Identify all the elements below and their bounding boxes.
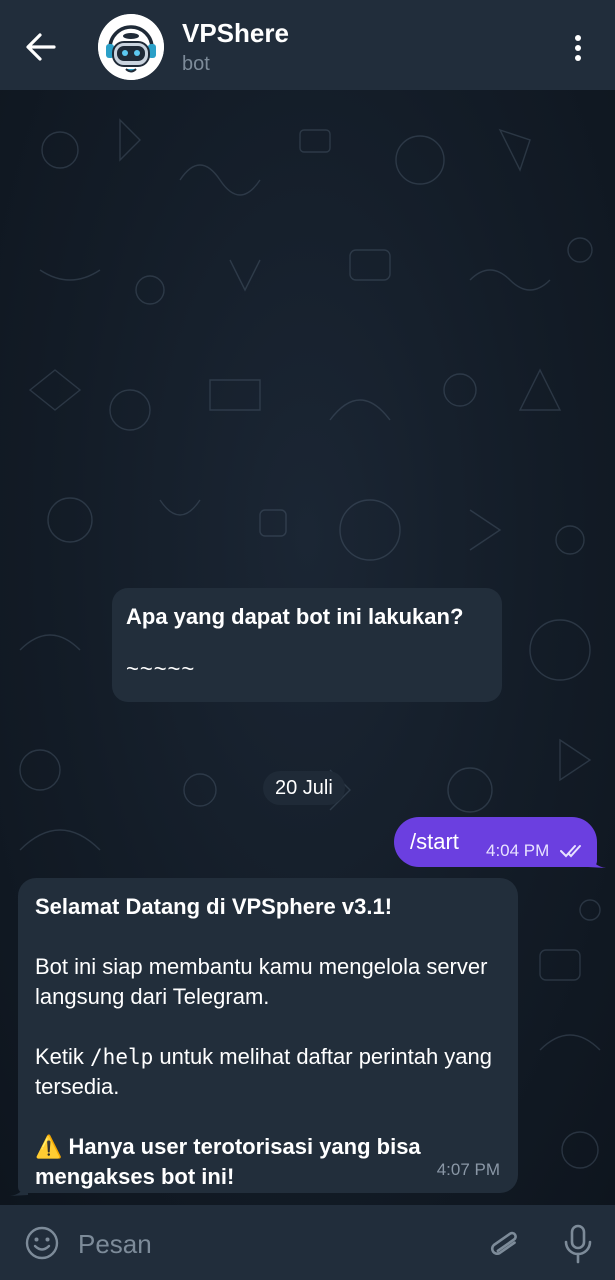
back-button[interactable] <box>20 27 64 67</box>
bot-intro-description: ~~~~~ <box>126 656 196 681</box>
welcome-heading: Selamat Datang di VPSphere v3.1! <box>35 894 393 919</box>
help-hint: Ketik /help untuk melihat daftar perinta… <box>35 1044 493 1099</box>
message-input[interactable] <box>76 1223 460 1265</box>
message-composer <box>0 1205 615 1280</box>
bot-intro-title: Apa yang dapat bot ini lakukan? <box>126 604 464 629</box>
welcome-description: Bot ini siap membantu kamu mengelola ser… <box>35 954 488 1009</box>
outgoing-message-text: /start <box>410 829 459 854</box>
voice-message-button[interactable] <box>560 1223 596 1265</box>
emoji-icon <box>25 1226 59 1260</box>
more-options-button[interactable] <box>562 30 594 66</box>
date-separator: 20 Juli <box>263 771 345 805</box>
outgoing-bubble-tail <box>588 852 606 868</box>
incoming-message-time: 4:07 PM <box>436 1160 500 1179</box>
robot-avatar-icon <box>98 14 164 80</box>
bot-avatar[interactable] <box>98 14 164 80</box>
emoji-button[interactable] <box>24 1225 60 1261</box>
incoming-message[interactable]: Selamat Datang di VPSphere v3.1! Bot ini… <box>18 878 518 1193</box>
warning-icon: ⚠️ <box>35 1134 63 1159</box>
help-command-code[interactable]: /help <box>90 1045 153 1069</box>
arrow-left-icon <box>26 33 56 61</box>
chat-subtitle: bot <box>182 53 210 75</box>
double-check-icon <box>560 845 581 858</box>
chat-area[interactable]: Apa yang dapat bot ini lakukan? ~~~~~ 20… <box>0 90 615 1205</box>
chat-title[interactable]: VPShere <box>182 18 289 49</box>
microphone-icon <box>564 1224 592 1264</box>
incoming-bubble-tail <box>10 1180 28 1196</box>
outgoing-message-time: 4:04 PM <box>486 841 550 860</box>
outgoing-message[interactable]: /start 4:04 PM <box>394 817 597 867</box>
chat-header: VPShere bot <box>0 0 615 90</box>
attach-button[interactable] <box>486 1225 524 1265</box>
bot-intro-card: Apa yang dapat bot ini lakukan? ~~~~~ <box>112 588 502 702</box>
more-vertical-icon <box>575 35 581 61</box>
authorization-warning: ⚠️ Hanya user terotorisasi yang bisa men… <box>35 1134 421 1189</box>
paperclip-icon <box>490 1231 517 1255</box>
